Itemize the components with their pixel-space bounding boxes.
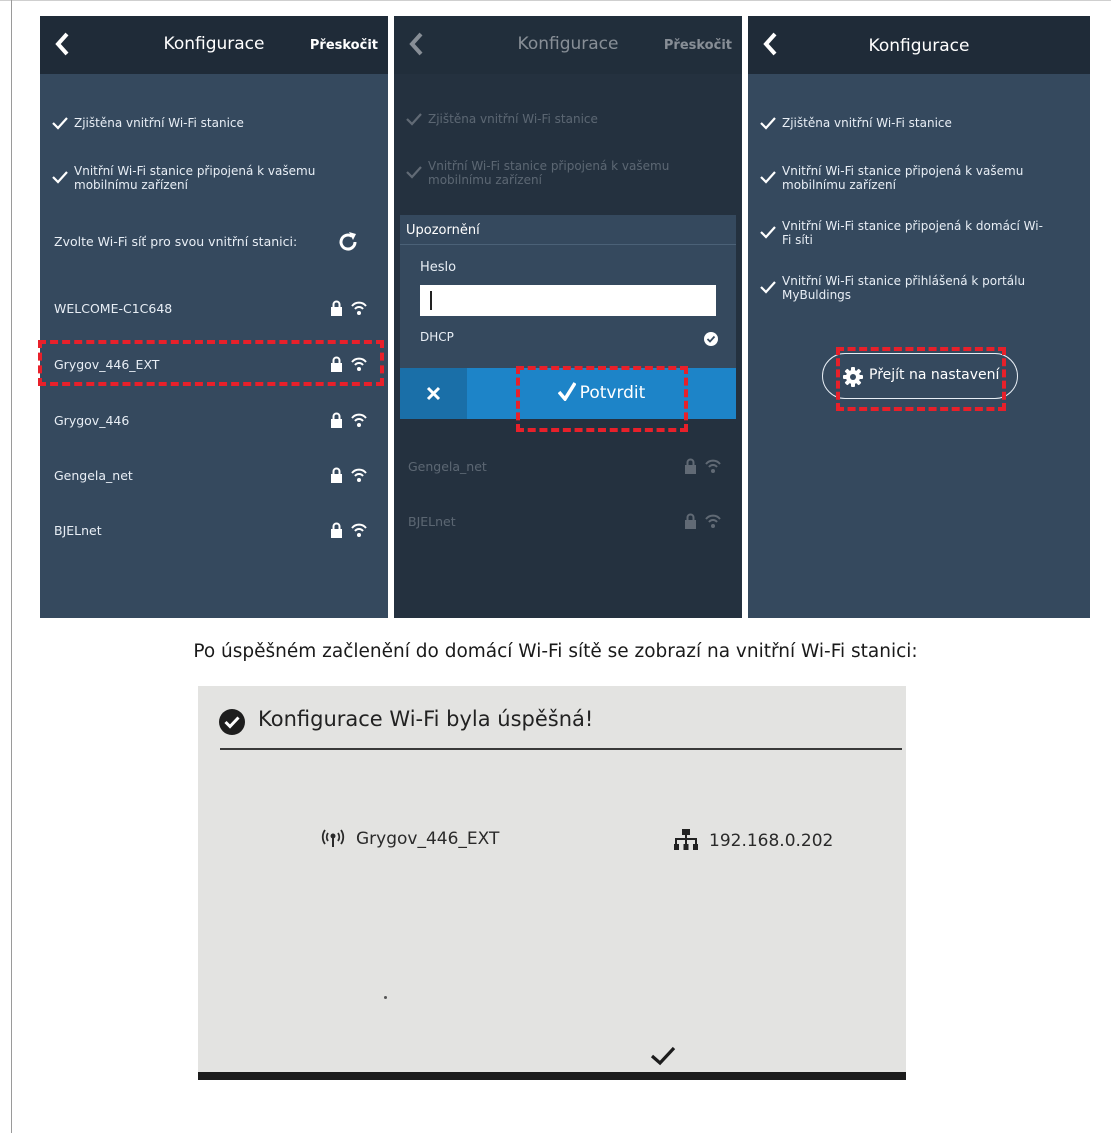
app-header: Konfigurace Přeskočit [40,16,388,74]
step-label: Vnitřní Wi-Fi stanice přihlášená k portá… [782,274,1026,302]
network-prompt: Zvolte Wi-Fi síť pro svou vnitřní stanic… [54,234,298,249]
check-icon [406,166,422,179]
step-label: Zjištěna vnitřní Wi-Fi stanice [428,112,598,126]
check-icon [406,113,422,126]
refresh-icon[interactable] [336,230,360,254]
step-label: Vnitřní Wi-Fi stanice připojená k domácí… [782,219,1043,247]
step-label: Vnitřní Wi-Fi stanice připojená k vašemu… [782,164,1024,192]
step-label: Zjištěna vnitřní Wi-Fi stanice [74,116,244,130]
network-item-welcome[interactable]: WELCOME-C1C648 [54,301,172,316]
step-item: Vnitřní Wi-Fi stanice připojená k vašemu… [406,159,688,187]
settings-button-highlight [836,347,1006,411]
check-icon [52,117,68,130]
confirm-button-highlight [516,366,688,432]
dhcp-checkbox[interactable] [704,332,718,346]
lock-wifi-icon [331,412,367,428]
network-item-grygov[interactable]: Grygov_446 [54,413,129,428]
step-label: Zjištěna vnitřní Wi-Fi stanice [782,116,952,130]
check-icon [760,281,776,294]
step-item: Vnitřní Wi-Fi stanice připojená k vašemu… [52,164,334,192]
lock-wifi-icon [331,522,367,538]
display-bezel [198,1072,906,1080]
step-label: Vnitřní Wi-Fi stanice připojená k vašemu… [74,164,316,192]
lock-wifi-icon [685,458,721,474]
check-icon [760,226,776,239]
station-ssid: Grygov_446_EXT [356,829,500,849]
lock-wifi-icon [331,467,367,483]
network-item-gengela[interactable]: Gengela_net [54,468,133,483]
network-item-gengela[interactable]: Gengela_net [408,459,487,474]
wifi-antenna-icon [321,829,345,847]
cancel-button[interactable] [400,368,467,419]
header-title: Konfigurace [868,36,970,56]
selected-network-highlight [38,340,384,386]
dhcp-label: DHCP [420,330,454,344]
app-header: Konfigurace Přeskočit [394,16,742,74]
step-item: Vnitřní Wi-Fi stanice přihlášená k portá… [760,274,1052,302]
password-label: Heslo [420,260,457,275]
password-input[interactable] [420,285,716,316]
step-item: Zjištěna vnitřní Wi-Fi stanice [52,116,244,130]
screen-speck [384,996,387,999]
step-item: Zjištěna vnitřní Wi-Fi stanice [760,116,952,130]
station-title: Konfigurace Wi-Fi byla úspěšná! [258,707,594,731]
step-item: Zjištěna vnitřní Wi-Fi stanice [406,112,598,126]
screen-config-complete: Konfigurace Zjištěna vnitřní Wi-Fi stani… [748,16,1090,618]
station-display-photo: Konfigurace Wi-Fi byla úspěšná! Grygov_4… [198,686,906,1080]
divider [220,748,902,750]
network-icon [674,829,698,850]
text-caret [430,291,432,310]
screen-password-dialog: Konfigurace Přeskočit Zjištěna vnitřní W… [394,16,742,618]
lock-wifi-icon [331,300,367,316]
dialog-title: Upozornění [400,215,736,245]
instruction-caption: Po úspěšném začlenění do domácí Wi-Fi sí… [193,641,918,662]
station-ip-address: 192.168.0.202 [709,831,834,851]
step-label: Vnitřní Wi-Fi stanice připojená k vašemu… [428,159,670,187]
confirm-check-icon[interactable] [650,1046,676,1066]
check-icon [760,117,776,130]
network-item-bjelnet[interactable]: BJELnet [408,514,456,529]
screen-network-select: Konfigurace Přeskočit Zjištěna vnitřní W… [40,16,388,618]
check-icon [760,171,776,184]
frame-top-border [0,0,1111,1]
close-icon [426,386,441,401]
step-item: Vnitřní Wi-Fi stanice připojená k domácí… [760,219,1052,247]
check-icon [52,171,68,184]
frame-left-border [11,0,12,1133]
step-item: Vnitřní Wi-Fi stanice připojená k vašemu… [760,164,1052,192]
lock-wifi-icon [685,513,721,529]
check-circle-icon [219,709,245,735]
skip-button[interactable]: Přeskočit [664,38,732,53]
app-header: Konfigurace [748,16,1090,74]
skip-button[interactable]: Přeskočit [310,38,378,53]
network-item-bjelnet[interactable]: BJELnet [54,523,102,538]
